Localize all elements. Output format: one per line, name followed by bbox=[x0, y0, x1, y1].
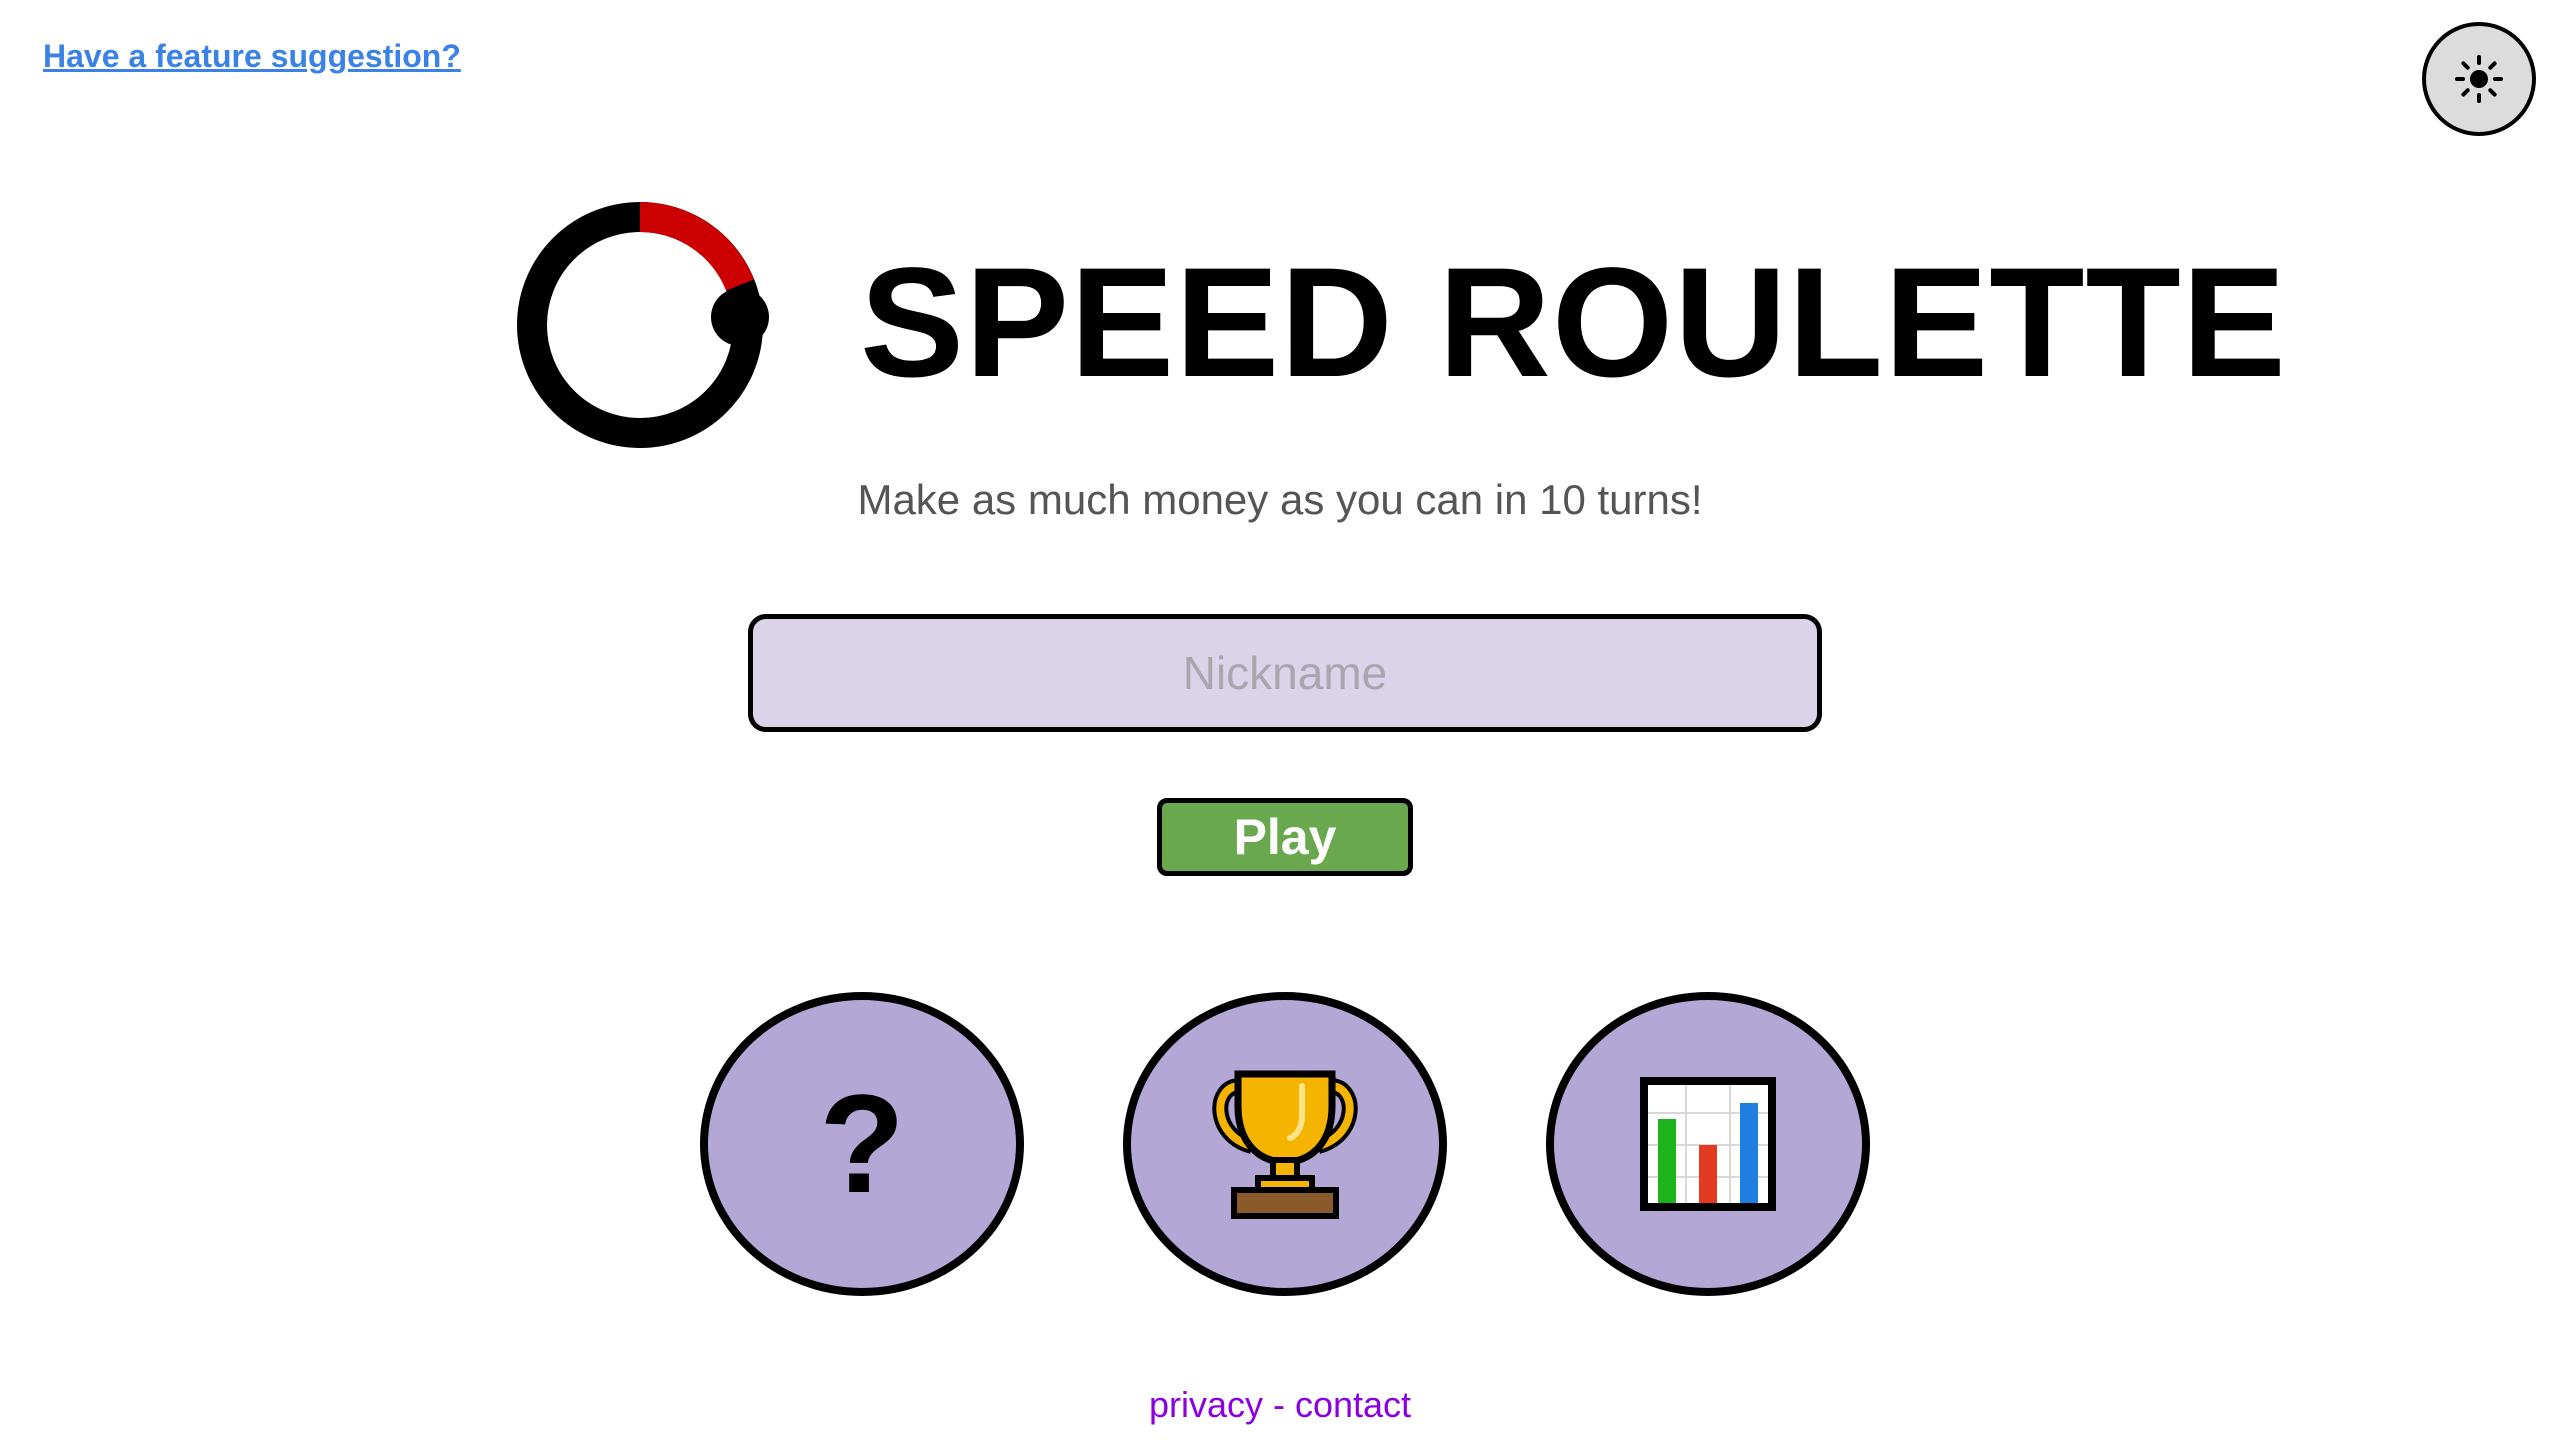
theme-toggle-button[interactable] bbox=[2422, 22, 2536, 136]
footer-separator: - bbox=[1262, 1384, 1295, 1425]
help-button[interactable]: ? bbox=[700, 992, 1024, 1296]
contact-link[interactable]: contact bbox=[1295, 1384, 1411, 1425]
page: Have a feature suggestion? SPEED ROULETT… bbox=[0, 0, 2560, 1440]
question-mark-icon: ? bbox=[819, 1065, 905, 1222]
roulette-timer-icon bbox=[517, 202, 769, 448]
nickname-input[interactable] bbox=[748, 614, 1822, 732]
feature-suggestion-link[interactable]: Have a feature suggestion? bbox=[43, 38, 461, 75]
tagline: Make as much money as you can in 10 turn… bbox=[857, 476, 1703, 523]
play-button[interactable]: Play bbox=[1157, 798, 1413, 876]
footer: privacy - contact bbox=[0, 1384, 2560, 1426]
leaderboard-button[interactable] bbox=[1123, 992, 1447, 1296]
page-title: SPEED ROULETTE bbox=[860, 236, 2287, 410]
privacy-link[interactable]: privacy bbox=[1149, 1384, 1263, 1425]
stats-button[interactable] bbox=[1546, 992, 1870, 1296]
sun-icon bbox=[2455, 55, 2503, 103]
bar-chart-icon bbox=[1640, 1077, 1776, 1211]
trophy-icon bbox=[1212, 1070, 1358, 1219]
